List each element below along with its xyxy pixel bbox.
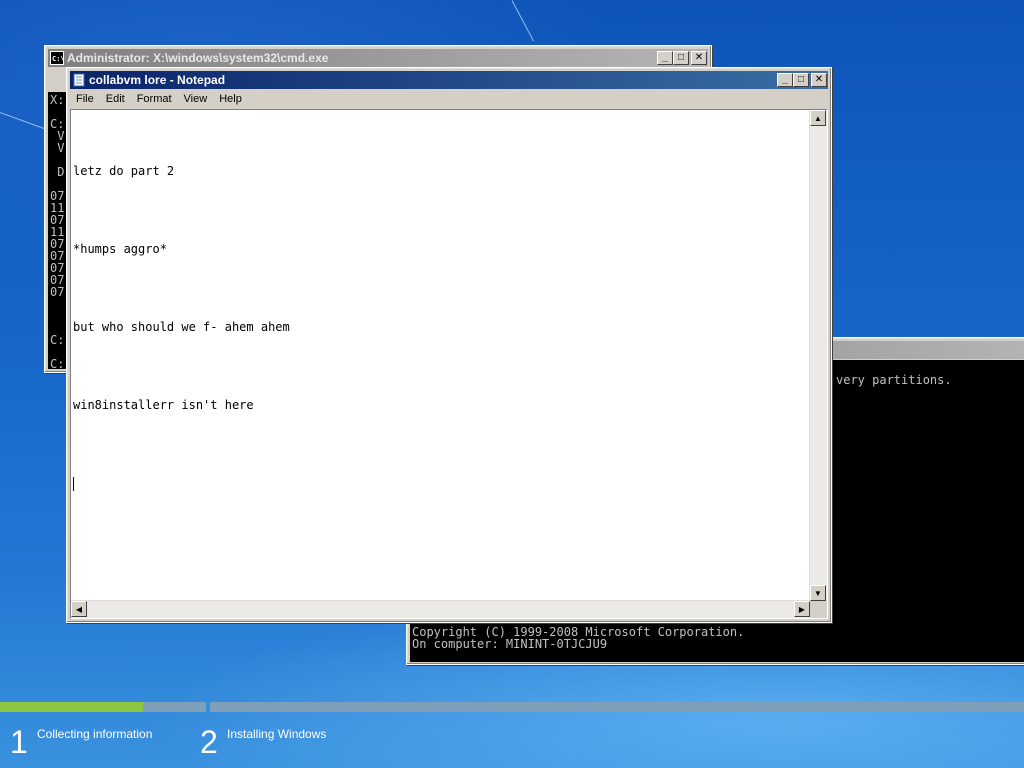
cmd-title: Administrator: X:\windows\system32\cmd.e… (67, 51, 329, 65)
minimize-icon[interactable]: _ (657, 51, 673, 65)
notepad-window[interactable]: collabvm lore - Notepad _ □ ✕ File Edit … (66, 67, 832, 623)
maximize-icon[interactable]: □ (793, 73, 809, 87)
close-icon[interactable]: ✕ (811, 73, 827, 87)
step-label-2: Installing Windows (227, 727, 327, 741)
vertical-scrollbar[interactable]: ▲ ▼ (809, 110, 827, 601)
svg-text:C:\: C:\ (52, 55, 64, 63)
step-label-1: Collecting information (37, 727, 153, 741)
text-line: letz do part 2 (73, 164, 175, 178)
menu-view[interactable]: View (178, 93, 214, 105)
menu-edit[interactable]: Edit (100, 93, 131, 105)
scroll-left-icon[interactable]: ◀ (71, 601, 87, 617)
notepad-titlebar[interactable]: collabvm lore - Notepad _ □ ✕ (70, 71, 828, 89)
menu-format[interactable]: Format (131, 93, 178, 105)
notepad-title: collabvm lore - Notepad (89, 73, 226, 87)
close-icon[interactable]: ✕ (691, 51, 707, 65)
notepad-text[interactable]: letz do part 2 *humps aggro* but who sho… (73, 106, 809, 600)
partial-output-line: very partitions. (836, 373, 952, 387)
scroll-down-icon[interactable]: ▼ (810, 585, 826, 601)
notepad-edit-area[interactable]: letz do part 2 *humps aggro* but who sho… (70, 109, 828, 619)
maximize-icon[interactable]: □ (673, 51, 689, 65)
notepad-icon (73, 73, 85, 87)
text-line: but who should we f- ahem ahem (73, 320, 290, 334)
light-streak (511, 0, 535, 42)
cmd-titlebar[interactable]: C:\ Administrator: X:\windows\system32\c… (48, 49, 708, 67)
setup-progress-fill (0, 702, 143, 712)
minimize-icon[interactable]: _ (777, 73, 793, 87)
scroll-right-icon[interactable]: ▶ (794, 601, 810, 617)
text-caret (73, 476, 74, 491)
computer-name-line: On computer: MININT-0TJCJU9 (412, 637, 608, 651)
text-caret-line (73, 470, 809, 496)
step-number-2: 2 (200, 724, 218, 760)
step-number-1: 1 (10, 724, 28, 760)
text-line: *humps aggro* (73, 242, 167, 256)
scroll-up-icon[interactable]: ▲ (810, 110, 826, 126)
text-line: win8installerr isn't here (73, 398, 254, 412)
setup-progress-track-2 (210, 702, 1024, 712)
horizontal-scrollbar[interactable]: ◀ ▶ (71, 600, 810, 618)
menu-file[interactable]: File (70, 93, 100, 105)
scrollbar-corner (810, 601, 827, 618)
console-icon: C:\ (50, 51, 64, 65)
menu-help[interactable]: Help (213, 93, 248, 105)
